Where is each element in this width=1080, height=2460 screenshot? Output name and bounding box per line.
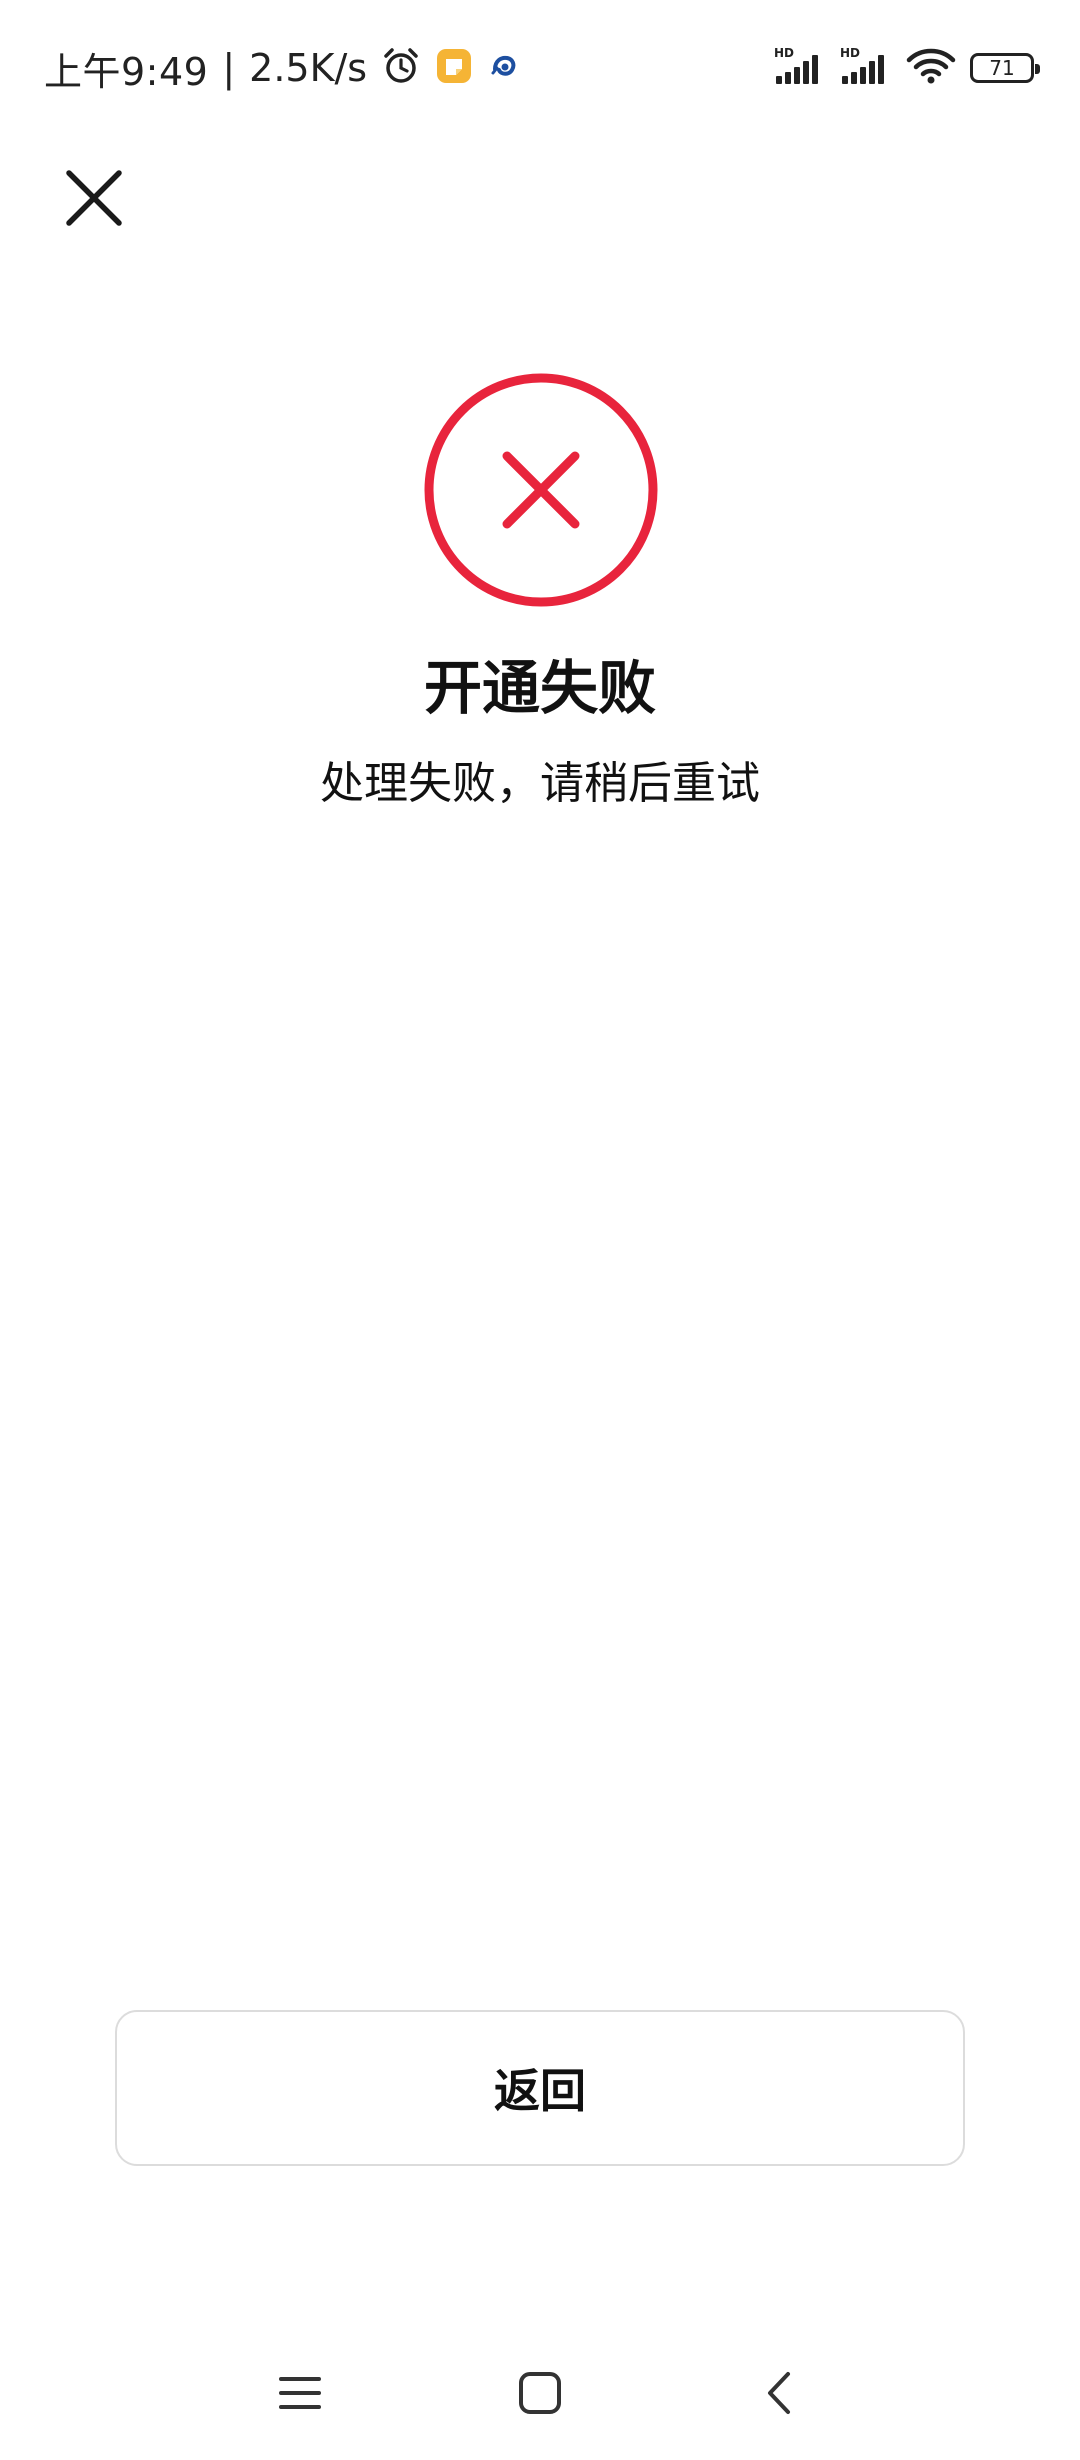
error-circle-icon: [423, 372, 659, 608]
return-button[interactable]: 返回: [115, 2010, 965, 2166]
battery-level: 71: [989, 56, 1015, 80]
notes-app-icon: [435, 47, 473, 89]
status-bar: 上午9:49 | 2.5K/s HD HD 71: [0, 0, 1080, 130]
recent-apps-button[interactable]: [260, 2360, 340, 2430]
status-time: 上午9:49: [44, 49, 209, 94]
alarm-icon: [381, 46, 421, 90]
app-notification-icon: [487, 49, 521, 87]
navigation-bar: [0, 2340, 1080, 2450]
wifi-icon: [906, 46, 956, 90]
close-icon: [63, 167, 125, 233]
result-message: 处理失败，请稍后重试: [320, 758, 760, 809]
back-button[interactable]: [740, 2360, 820, 2430]
status-bar-left: 上午9:49 | 2.5K/s: [44, 42, 521, 94]
cellular-signal-icon: HD: [840, 46, 892, 90]
home-button[interactable]: [500, 2360, 580, 2430]
menu-icon: [277, 2373, 323, 2417]
home-icon: [517, 2370, 563, 2420]
cellular-signal-icon: HD: [774, 46, 826, 90]
close-button[interactable]: [54, 160, 134, 240]
battery-icon: 71: [970, 53, 1040, 83]
back-icon: [760, 2368, 800, 2422]
status-bar-right: HD HD 71: [774, 42, 1040, 94]
return-button-label: 返回: [494, 2064, 586, 2118]
network-speed: 2.5K/s: [249, 46, 368, 90]
hd-label: HD: [774, 46, 794, 60]
result-title: 开通失败: [423, 654, 656, 722]
hd-label: HD: [840, 46, 860, 60]
status-separator: |: [222, 46, 236, 90]
